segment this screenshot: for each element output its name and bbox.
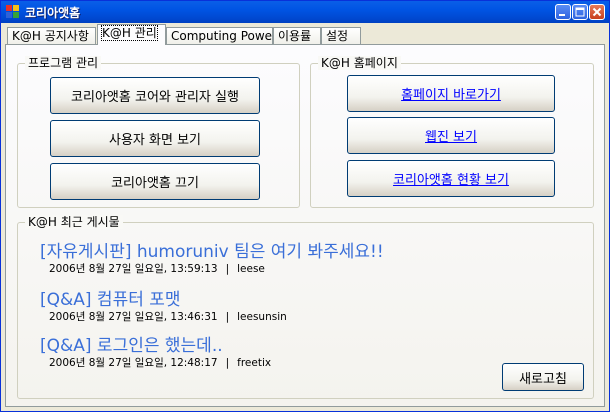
group-title: K@H 홈페이지 bbox=[318, 56, 401, 70]
post-separator: | bbox=[225, 311, 230, 323]
post-separator: | bbox=[225, 263, 230, 275]
close-icon bbox=[592, 7, 602, 17]
link-label: 홈페이지 바로가기 bbox=[401, 88, 501, 103]
button-label: 코리아앳홈 코어와 관리자 실행 bbox=[71, 90, 239, 105]
tab-label: K@H 공지사항 bbox=[12, 29, 89, 43]
group-title: 프로그램 관리 bbox=[25, 56, 102, 70]
button-label: 새로고침 bbox=[519, 371, 567, 387]
app-icon bbox=[6, 5, 20, 19]
button-label: 코리아앳홈 끄기 bbox=[111, 176, 199, 191]
exit-koreaathome-button[interactable]: 코리아앳홈 끄기 bbox=[50, 163, 260, 200]
post-author: leesunsin bbox=[237, 311, 287, 323]
tab-notice[interactable]: K@H 공지사항 bbox=[7, 27, 96, 44]
view-webzine-link[interactable]: 웹진 보기 bbox=[347, 117, 555, 154]
post-title-link[interactable]: [Q&A] 로그인은 했는데.. bbox=[40, 331, 223, 356]
maximize-button[interactable] bbox=[572, 4, 588, 20]
post-author: leese bbox=[237, 263, 265, 275]
view-user-screen-button[interactable]: 사용자 화면 보기 bbox=[50, 120, 260, 157]
view-status-link[interactable]: 코리아앳홈 현황 보기 bbox=[347, 160, 555, 197]
post-author: freetix bbox=[237, 357, 272, 369]
tab-computing-power[interactable]: Computing Power bbox=[166, 27, 277, 44]
homepage-group: K@H 홈페이지 홈페이지 바로가기 웹진 보기 코리아앳홈 현황 보기 bbox=[310, 56, 594, 208]
title-bar[interactable]: 코리아앳홈 bbox=[1, 1, 609, 23]
run-core-and-manager-button[interactable]: 코리아앳홈 코어와 관리자 실행 bbox=[50, 77, 260, 114]
tab-label: K@H 관리 bbox=[101, 25, 158, 41]
post-separator: | bbox=[225, 357, 230, 369]
tab-settings[interactable]: 설정 bbox=[321, 27, 361, 44]
link-label: 코리아앳홈 현황 보기 bbox=[393, 173, 509, 188]
post-meta: 2006년 8월 27일 일요일, 13:59:13 | leese bbox=[49, 261, 265, 276]
go-homepage-link[interactable]: 홈페이지 바로가기 bbox=[347, 75, 555, 112]
window-title: 코리아앳홈 bbox=[25, 6, 81, 20]
group-title: K@H 최근 게시물 bbox=[25, 215, 123, 229]
program-management-group: 프로그램 관리 코리아앳홈 코어와 관리자 실행 사용자 화면 보기 코리아앳홈… bbox=[17, 56, 300, 208]
post-datetime: 2006년 8월 27일 일요일, 13:59:13 bbox=[49, 263, 218, 275]
post-meta: 2006년 8월 27일 일요일, 13:46:31 | leesunsin bbox=[49, 309, 287, 324]
close-button[interactable] bbox=[589, 4, 605, 20]
link-label: 웹진 보기 bbox=[425, 130, 477, 145]
post-title-link[interactable]: [자유게시판] humoruniv 팀은 여기 봐주세요!! bbox=[40, 237, 384, 262]
tab-management[interactable]: K@H 관리 bbox=[97, 24, 166, 45]
minimize-button[interactable] bbox=[555, 4, 571, 20]
post-title-link[interactable]: [Q&A] 컴퓨터 포맷 bbox=[40, 285, 181, 310]
button-label: 사용자 화면 보기 bbox=[109, 133, 201, 148]
refresh-button[interactable]: 새로고침 bbox=[502, 363, 584, 391]
app-window: 코리아앳홈 K@H 공지사항 K@H 관리 Computing Power 이용… bbox=[0, 0, 610, 412]
post-datetime: 2006년 8월 27일 일요일, 12:48:17 bbox=[49, 357, 218, 369]
maximize-icon bbox=[575, 7, 585, 17]
post-datetime: 2006년 8월 27일 일요일, 13:46:31 bbox=[49, 311, 218, 323]
post-meta: 2006년 8월 27일 일요일, 12:48:17 | freetix bbox=[49, 355, 271, 370]
tab-label: Computing Power bbox=[171, 29, 277, 43]
tab-label: 설정 bbox=[326, 29, 349, 43]
tab-usage[interactable]: 이용률 bbox=[273, 27, 321, 44]
tab-label: 이용률 bbox=[278, 29, 312, 43]
tab-panel: 프로그램 관리 코리아앳홈 코어와 관리자 실행 사용자 화면 보기 코리아앳홈… bbox=[5, 44, 605, 407]
minimize-icon bbox=[559, 14, 565, 16]
